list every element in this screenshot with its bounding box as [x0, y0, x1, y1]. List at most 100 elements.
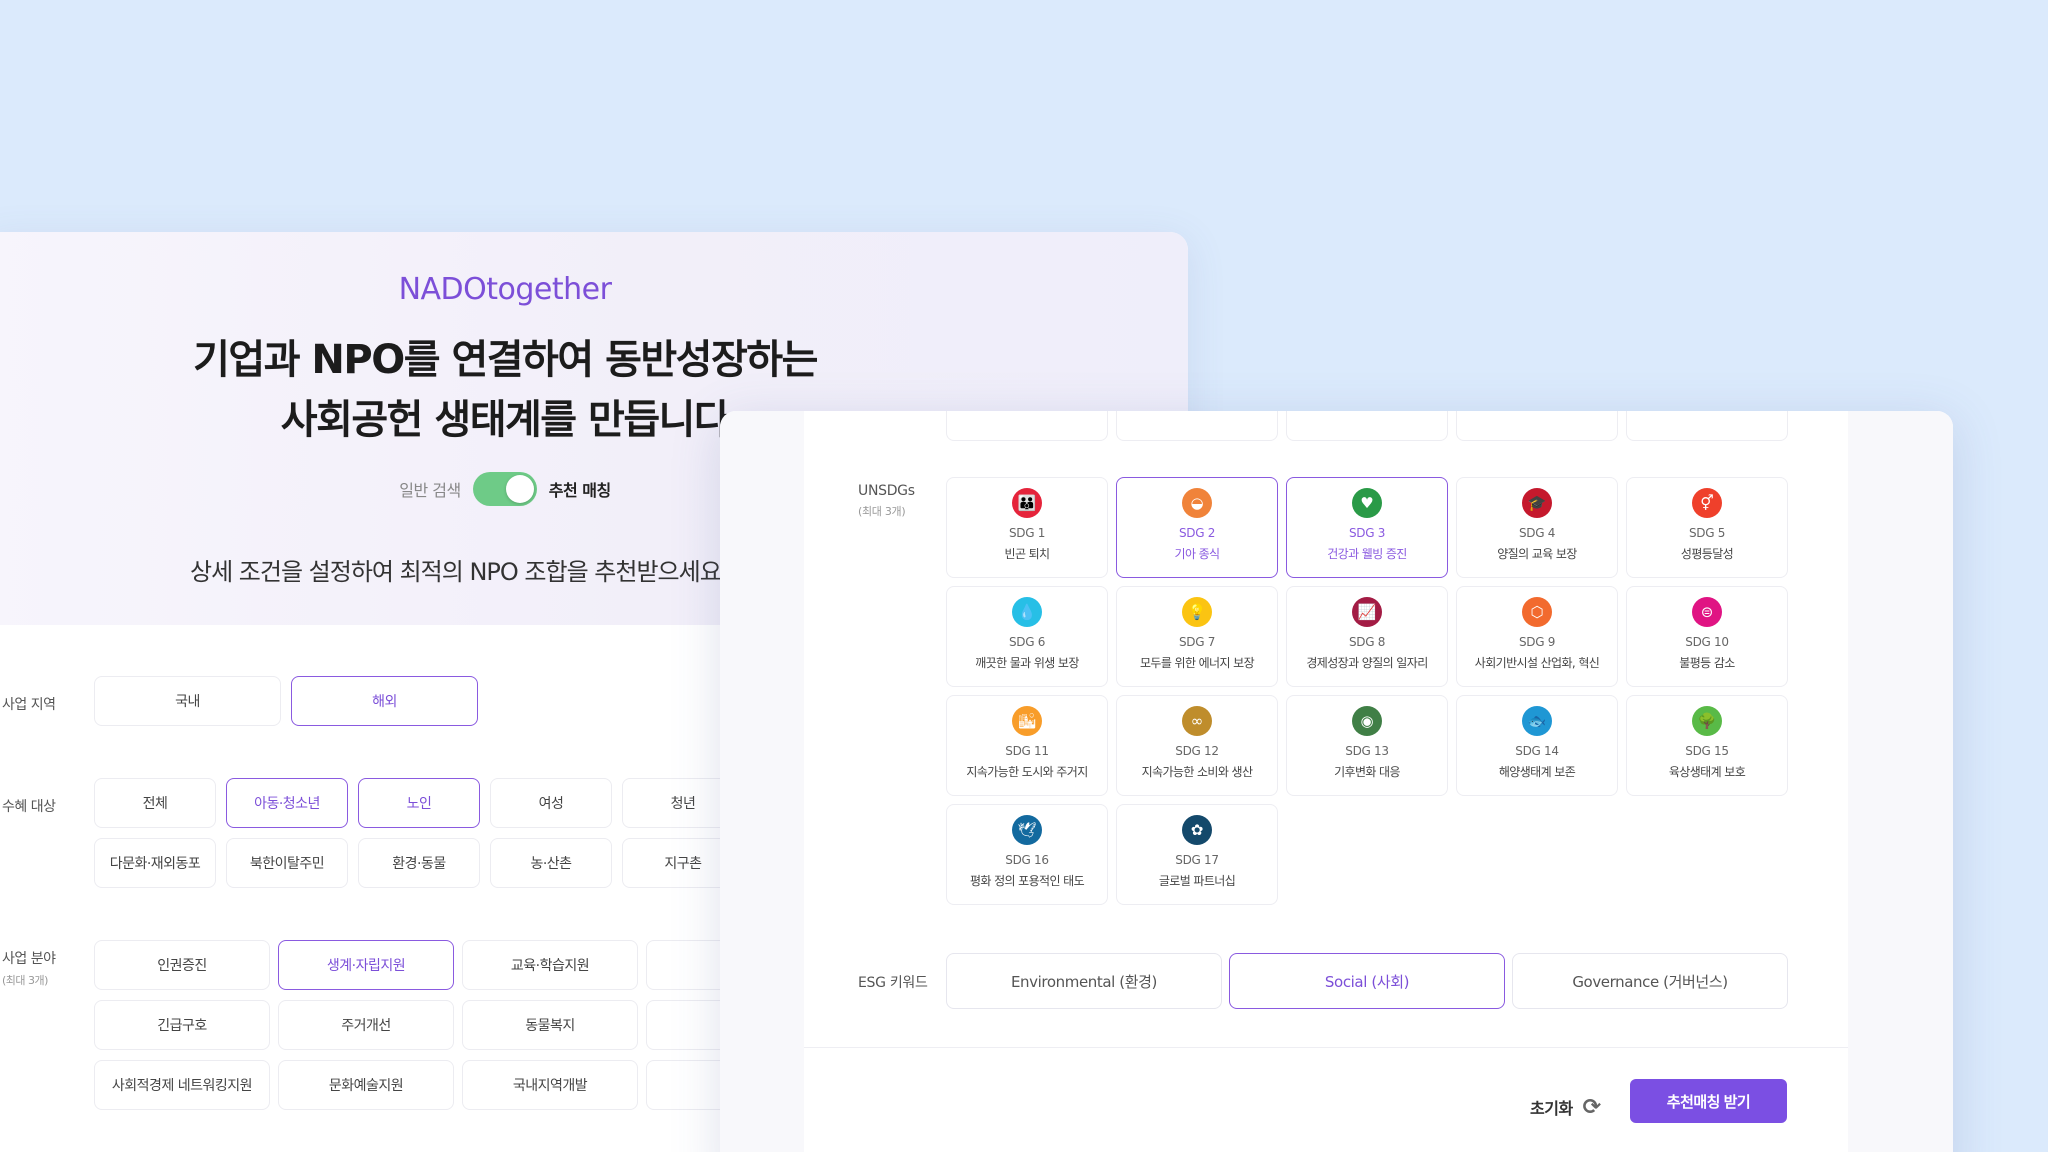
sdg-card-8[interactable]: 📈 SDG 8 경제성장과 양질의 일자리: [1286, 586, 1448, 687]
sdg-name: 지속가능한 도시와 주거지: [966, 765, 1088, 779]
esg-chip-social[interactable]: Social (사회): [1229, 953, 1505, 1009]
target-chip-elderly[interactable]: 노인: [358, 778, 480, 828]
scrolled-card-2[interactable]: [1116, 411, 1278, 441]
sdg-section-title: UNSDGs: [858, 483, 915, 499]
sdg-card-17[interactable]: ✿ SDG 17 글로벌 파트너십: [1116, 804, 1278, 905]
target-chip-youth[interactable]: 아동·청소년: [226, 778, 348, 828]
sdg-name: 빈곤 퇴치: [1004, 547, 1051, 561]
tree-icon: 🌳: [1692, 706, 1722, 736]
get-recommendation-button[interactable]: 추천매칭 받기: [1630, 1079, 1787, 1123]
scrolled-card-5[interactable]: [1626, 411, 1788, 441]
equality-icon: ⊜: [1692, 597, 1722, 627]
panel-left-margin: [720, 411, 804, 1152]
target-chip-rural[interactable]: 농·산촌: [490, 838, 612, 888]
sdg-code: SDG 11: [1005, 744, 1049, 758]
gender-icon: ⚥: [1692, 488, 1722, 518]
target-chip-environment-animal[interactable]: 환경·동물: [358, 838, 480, 888]
sdg-code: SDG 7: [1178, 635, 1216, 649]
reset-button[interactable]: 초기화 ⟳: [1530, 1087, 1601, 1127]
sdg-code: SDG 4: [1518, 526, 1556, 540]
sdg-card-7[interactable]: 💡 SDG 7 모두를 위한 에너지 보장: [1116, 586, 1278, 687]
field-chip-emergency-relief[interactable]: 긴급구호: [94, 1000, 270, 1050]
section-divider: [804, 1047, 1848, 1048]
graduation-cap-icon: 🎓: [1522, 488, 1552, 518]
dove-icon: 🕊: [1012, 815, 1042, 845]
sdg-code: SDG 14: [1515, 744, 1559, 758]
infinity-icon: ∞: [1182, 706, 1212, 736]
sdg-card-1[interactable]: 👪 SDG 1 빈곤 퇴치: [946, 477, 1108, 578]
sdg-card-5[interactable]: ⚥ SDG 5 성평등달성: [1626, 477, 1788, 578]
sdg-name: 깨끗한 물과 위생 보장: [975, 656, 1079, 670]
sdg-code: SDG 13: [1345, 744, 1389, 758]
target-chip-multicultural[interactable]: 다문화·재외동포: [94, 838, 216, 888]
panel-right-margin: [1848, 411, 1953, 1152]
esg-chip-governance[interactable]: Governance (거버넌스): [1512, 953, 1788, 1009]
field-chip-regional-development[interactable]: 국내지역개발: [462, 1060, 638, 1110]
scrolled-card-3[interactable]: [1286, 411, 1448, 441]
field-chip-culture-arts[interactable]: 문화예술지원: [278, 1060, 454, 1110]
target-filter-label: 수혜 대상: [2, 799, 56, 815]
search-mode-switch[interactable]: [472, 472, 537, 506]
sdg-name: 불평등 감소: [1679, 656, 1735, 670]
sdg-code: SDG 10: [1685, 635, 1729, 649]
refresh-icon: ⟳: [1582, 1094, 1601, 1120]
target-chip-women[interactable]: 여성: [490, 778, 612, 828]
region-filter-label: 사업 지역: [2, 697, 56, 713]
sdg-card-11[interactable]: 🏙 SDG 11 지속가능한 도시와 주거지: [946, 695, 1108, 796]
field-chip-animal-welfare[interactable]: 동물복지: [462, 1000, 638, 1050]
sdg-card-2[interactable]: ◒ SDG 2 기아 종식: [1116, 477, 1278, 578]
sdg-code: SDG 3: [1348, 526, 1386, 540]
general-search-label[interactable]: 일반 검색: [399, 477, 461, 501]
reset-label: 초기화: [1530, 1099, 1573, 1118]
sdg-name: 지속가능한 소비와 생산: [1141, 765, 1253, 779]
growth-chart-icon: 📈: [1352, 597, 1382, 627]
field-filter-title: 사업 분야: [2, 951, 56, 967]
sdg-name: 성평등달성: [1680, 547, 1734, 561]
field-chip-education[interactable]: 교육·학습지원: [462, 940, 638, 990]
target-chip-defectors[interactable]: 북한이탈주민: [226, 838, 348, 888]
sdg-card-13[interactable]: ◉ SDG 13 기후변화 대응: [1286, 695, 1448, 796]
heartbeat-icon: ♥: [1352, 488, 1382, 518]
sdg-code: SDG 6: [1008, 635, 1046, 649]
switch-knob: [505, 475, 534, 503]
sdg-name: 육상생태계 보호: [1668, 765, 1746, 779]
field-chip-human-rights[interactable]: 인권증진: [94, 940, 270, 990]
sdg-card-15[interactable]: 🌳 SDG 15 육상생태계 보호: [1626, 695, 1788, 796]
sdg-card-3[interactable]: ♥ SDG 3 건강과 웰빙 증진: [1286, 477, 1448, 578]
field-filter-limit: (최대 3개): [2, 974, 48, 987]
sdg-card-9[interactable]: ⬡ SDG 9 사회기반시설 산업화, 혁신: [1456, 586, 1618, 687]
sdg-card-6[interactable]: 💧 SDG 6 깨끗한 물과 위생 보장: [946, 586, 1108, 687]
city-icon: 🏙: [1012, 706, 1042, 736]
field-chip-livelihood[interactable]: 생계·자립지원: [278, 940, 454, 990]
stage: NADOtogether 기업과 NPO를 연결하여 동반성장하는 사회공헌 생…: [0, 0, 2048, 1152]
region-chip-domestic[interactable]: 국내: [94, 676, 281, 726]
sdg-name: 평화 정의 포용적인 태도: [969, 874, 1085, 888]
sdg-name: 모두를 위한 에너지 보장: [1139, 656, 1255, 670]
sdg-code: SDG 8: [1348, 635, 1386, 649]
sdg-code: SDG 1: [1008, 526, 1046, 540]
field-chip-housing[interactable]: 주거개선: [278, 1000, 454, 1050]
sdg-name: 건강과 웰빙 증진: [1327, 547, 1407, 561]
scrolled-card-1[interactable]: [946, 411, 1108, 441]
sdg-card-10[interactable]: ⊜ SDG 10 불평등 감소: [1626, 586, 1788, 687]
sdg-card-16[interactable]: 🕊 SDG 16 평화 정의 포용적인 태도: [946, 804, 1108, 905]
sdg-code: SDG 15: [1685, 744, 1729, 758]
sdg-card-14[interactable]: 🐟 SDG 14 해양생태계 보존: [1456, 695, 1618, 796]
headline-line-1: 기업과 NPO를 연결하여 동반성장하는: [193, 337, 818, 383]
field-chip-social-economy[interactable]: 사회적경제 네트워킹지원: [94, 1060, 270, 1110]
flower-icon: ✿: [1182, 815, 1212, 845]
sdg-card-4[interactable]: 🎓 SDG 4 양질의 교육 보장: [1456, 477, 1618, 578]
sdg-card-12[interactable]: ∞ SDG 12 지속가능한 소비와 생산: [1116, 695, 1278, 796]
target-chip-all[interactable]: 전체: [94, 778, 216, 828]
region-chip-overseas[interactable]: 해외: [291, 676, 478, 726]
sdg-code: SDG 16: [1005, 853, 1049, 867]
sdg-name: 기후변화 대응: [1334, 765, 1400, 779]
brand-logo[interactable]: NADOtogether: [0, 272, 1030, 307]
sdg-code: SDG 12: [1175, 744, 1219, 758]
recommend-match-label[interactable]: 추천 매칭: [549, 477, 611, 501]
esg-section-label: ESG 키워드: [858, 975, 928, 991]
light-bulb-icon: 💡: [1182, 597, 1212, 627]
scrolled-card-4[interactable]: [1456, 411, 1618, 441]
eye-globe-icon: ◉: [1352, 706, 1382, 736]
esg-chip-environmental[interactable]: Environmental (환경): [946, 953, 1222, 1009]
